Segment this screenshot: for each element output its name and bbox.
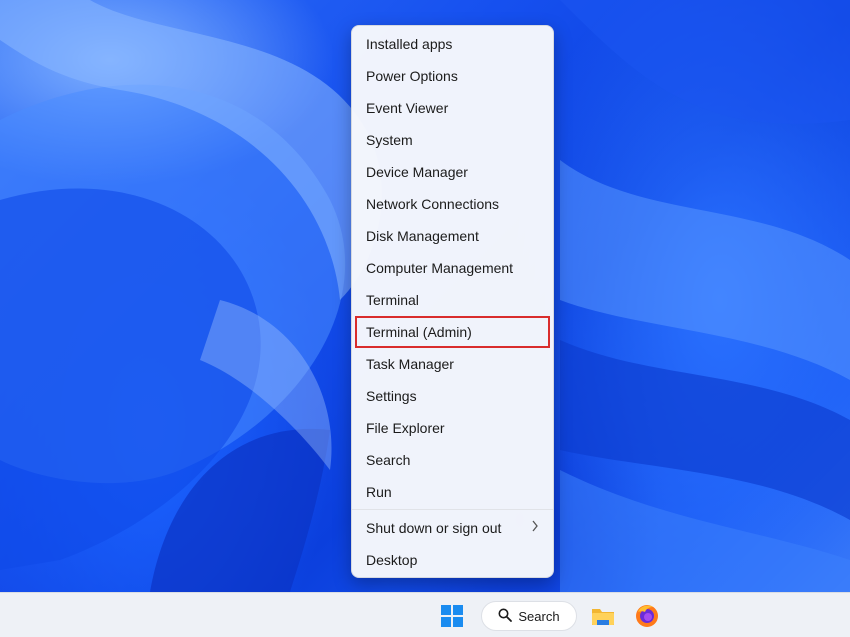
file-explorer-icon[interactable] xyxy=(590,603,616,629)
menu-item-desktop[interactable]: Desktop xyxy=(352,544,553,576)
menu-item-run[interactable]: Run xyxy=(352,476,553,508)
menu-item-label: Settings xyxy=(366,388,417,404)
menu-item-label: Terminal (Admin) xyxy=(366,324,472,340)
menu-item-terminal[interactable]: Terminal xyxy=(352,284,553,316)
menu-item-label: Computer Management xyxy=(366,260,514,276)
menu-item-label: System xyxy=(366,132,413,148)
menu-item-system[interactable]: System xyxy=(352,124,553,156)
winx-context-menu: Installed apps Power Options Event Viewe… xyxy=(351,25,554,578)
menu-item-task-manager[interactable]: Task Manager xyxy=(352,348,553,380)
menu-item-computer-management[interactable]: Computer Management xyxy=(352,252,553,284)
menu-item-label: Run xyxy=(366,484,392,500)
menu-item-network-connections[interactable]: Network Connections xyxy=(352,188,553,220)
menu-item-label: File Explorer xyxy=(366,420,445,436)
firefox-icon[interactable] xyxy=(634,603,660,629)
menu-item-label: Network Connections xyxy=(366,196,500,212)
menu-separator xyxy=(352,509,553,510)
menu-item-search[interactable]: Search xyxy=(352,444,553,476)
menu-item-label: Disk Management xyxy=(366,228,479,244)
menu-item-label: Installed apps xyxy=(366,36,453,52)
menu-item-label: Task Manager xyxy=(366,356,454,372)
menu-item-label: Desktop xyxy=(366,552,418,568)
menu-item-power-options[interactable]: Power Options xyxy=(352,60,553,92)
menu-item-file-explorer[interactable]: File Explorer xyxy=(352,412,553,444)
menu-item-terminal-admin[interactable]: Terminal (Admin) xyxy=(355,316,550,348)
menu-item-settings[interactable]: Settings xyxy=(352,380,553,412)
menu-item-label: Power Options xyxy=(366,68,458,84)
menu-item-disk-management[interactable]: Disk Management xyxy=(352,220,553,252)
menu-item-label: Shut down or sign out xyxy=(366,520,502,536)
menu-item-label: Event Viewer xyxy=(366,100,449,116)
search-icon xyxy=(498,608,513,625)
menu-item-installed-apps[interactable]: Installed apps xyxy=(352,28,553,60)
taskbar-search-button[interactable]: Search xyxy=(481,601,577,631)
taskbar-search-label: Search xyxy=(518,608,560,624)
menu-item-label: Terminal xyxy=(366,292,419,308)
windows-logo-icon[interactable] xyxy=(441,605,463,627)
menu-item-label: Search xyxy=(366,452,411,468)
taskbar: Search xyxy=(0,592,850,637)
chevron-right-icon xyxy=(531,520,539,535)
menu-item-shut-down-or-sign-out[interactable]: Shut down or sign out xyxy=(352,512,553,544)
menu-item-label: Device Manager xyxy=(366,164,468,180)
menu-item-event-viewer[interactable]: Event Viewer xyxy=(352,92,553,124)
menu-item-device-manager[interactable]: Device Manager xyxy=(352,156,553,188)
